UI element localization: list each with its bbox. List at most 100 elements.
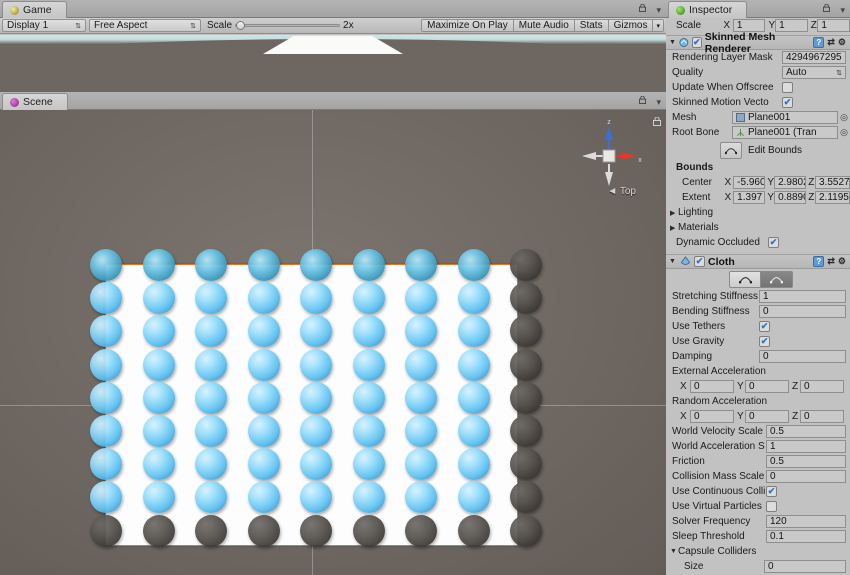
gear-icon[interactable]: ⚙	[838, 37, 846, 48]
skinned-motion-vectors-checkbox[interactable]	[782, 97, 793, 108]
cloth-vertex[interactable]	[248, 515, 280, 547]
cloth-vertex[interactable]	[143, 415, 175, 447]
cloth-vertex[interactable]	[195, 481, 227, 513]
cloth-vertex[interactable]	[143, 448, 175, 480]
cloth-vertex[interactable]	[510, 448, 542, 480]
mute-audio-button[interactable]: Mute Audio	[514, 19, 575, 32]
cloth-vertex[interactable]	[458, 349, 490, 381]
foldout-icon[interactable]: ▼	[670, 548, 678, 555]
edit-bounds-toggle[interactable]	[720, 142, 742, 159]
stats-button[interactable]: Stats	[575, 19, 609, 32]
cloth-vertex[interactable]	[510, 282, 542, 314]
cloth-vertex[interactable]	[248, 448, 280, 480]
tab-scene[interactable]: Scene	[2, 93, 68, 110]
collision-mass-scale-field[interactable]: 0	[766, 470, 846, 483]
cloth-vertex[interactable]	[353, 382, 385, 414]
update-when-offscreen-checkbox[interactable]	[782, 82, 793, 93]
cloth-constraints-tool-button[interactable]	[729, 271, 761, 288]
gizmos-dropdown-arrow[interactable]: ▾	[653, 19, 664, 32]
friction-field[interactable]: 0.5	[766, 455, 846, 468]
foldout-icon[interactable]: ▶	[670, 224, 678, 232]
tab-game[interactable]: Game	[2, 1, 67, 18]
foldout-icon[interactable]: ▼	[669, 39, 676, 46]
cloth-vertex[interactable]	[248, 415, 280, 447]
cloth-vertex[interactable]	[248, 481, 280, 513]
cloth-vertex[interactable]	[143, 315, 175, 347]
cloth-vertex[interactable]	[195, 315, 227, 347]
cloth-vertex[interactable]	[300, 415, 332, 447]
scale-slider-knob[interactable]	[236, 21, 245, 30]
cloth-vertex[interactable]	[510, 515, 542, 547]
cloth-vertex[interactable]	[300, 315, 332, 347]
external-accel-x-field[interactable]: 0	[690, 380, 734, 393]
scale-slider-group[interactable]: Scale 2x	[202, 18, 359, 33]
cloth-vertex[interactable]	[300, 382, 332, 414]
cloth-vertex[interactable]	[510, 249, 542, 281]
orientation-label[interactable]: ◄ Top	[607, 186, 636, 197]
bending-stiffness-field[interactable]: 0	[759, 305, 846, 318]
cloth-vertex[interactable]	[458, 249, 490, 281]
extent-z-field[interactable]: 2.1195	[815, 191, 850, 204]
cloth-vertex[interactable]	[405, 448, 437, 480]
cloth-vertex[interactable]	[353, 249, 385, 281]
foldout-icon[interactable]: ▶	[670, 209, 678, 217]
cloth-vertex[interactable]	[248, 349, 280, 381]
center-y-field[interactable]: 2.9802	[774, 176, 806, 189]
cloth-vertex[interactable]	[405, 515, 437, 547]
cloth-vertex[interactable]	[353, 415, 385, 447]
cloth-self-collision-tool-button[interactable]	[761, 271, 793, 288]
cloth-vertex[interactable]	[248, 282, 280, 314]
panel-menu-icon[interactable]: ▾	[840, 5, 845, 16]
cloth-vertex[interactable]	[458, 481, 490, 513]
random-accel-x-field[interactable]: 0	[690, 410, 734, 423]
materials-foldout-row[interactable]: ▶ Materials	[666, 220, 850, 235]
cloth-vertex[interactable]	[90, 282, 122, 314]
scene-lock-icon[interactable]	[653, 117, 661, 126]
display-dropdown[interactable]: Display 1 ⇅	[2, 19, 86, 32]
capsule-colliders-foldout-row[interactable]: ▼ Capsule Colliders	[666, 544, 850, 559]
cloth-vertex[interactable]	[405, 315, 437, 347]
cloth-vertex[interactable]	[405, 249, 437, 281]
extent-y-field[interactable]: 0.8890	[774, 191, 806, 204]
random-accel-y-field[interactable]: 0	[745, 410, 789, 423]
lock-icon[interactable]	[823, 4, 830, 12]
cloth-vertex[interactable]	[90, 448, 122, 480]
orientation-gizmo[interactable]: z x	[574, 118, 644, 196]
cloth-vertex[interactable]	[195, 282, 227, 314]
damping-field[interactable]: 0	[759, 350, 846, 363]
cloth-vertex[interactable]	[300, 515, 332, 547]
panel-menu-icon[interactable]: ▾	[656, 5, 661, 16]
cloth-vertex[interactable]	[300, 448, 332, 480]
game-render-area[interactable]	[0, 35, 666, 92]
help-icon[interactable]: ?	[813, 37, 824, 48]
world-acceleration-scale-field[interactable]: 1	[766, 440, 846, 453]
cloth-vertex[interactable]	[405, 415, 437, 447]
cloth-vertex[interactable]	[90, 415, 122, 447]
scale-z-field[interactable]: 1	[817, 19, 850, 32]
cloth-vertex[interactable]	[405, 481, 437, 513]
cloth-vertex[interactable]	[353, 282, 385, 314]
mesh-object-field[interactable]: Plane001	[732, 111, 838, 124]
cloth-vertex[interactable]	[248, 249, 280, 281]
cloth-vertex[interactable]	[90, 481, 122, 513]
cloth-vertex[interactable]	[143, 249, 175, 281]
cloth-vertex[interactable]	[353, 448, 385, 480]
cloth-vertex[interactable]	[248, 382, 280, 414]
external-accel-z-field[interactable]: 0	[800, 380, 844, 393]
mesh-picker-icon[interactable]: ◎	[838, 112, 850, 123]
cloth-vertex[interactable]	[458, 448, 490, 480]
cloth-vertex[interactable]	[195, 415, 227, 447]
cloth-vertex[interactable]	[195, 515, 227, 547]
cloth-vertex[interactable]	[510, 349, 542, 381]
capsule-size-field[interactable]: 0	[764, 560, 846, 573]
cloth-edit-mode-toggle[interactable]	[729, 271, 793, 288]
center-z-field[interactable]: 3.5527	[815, 176, 850, 189]
use-tethers-checkbox[interactable]	[759, 321, 770, 332]
random-accel-z-field[interactable]: 0	[800, 410, 844, 423]
sleep-threshold-field[interactable]: 0.1	[766, 530, 846, 543]
cloth-vertex[interactable]	[300, 282, 332, 314]
cloth-vertex[interactable]	[405, 382, 437, 414]
solver-frequency-field[interactable]: 120	[766, 515, 846, 528]
cloth-vertex[interactable]	[90, 249, 122, 281]
cloth-vertex[interactable]	[353, 349, 385, 381]
